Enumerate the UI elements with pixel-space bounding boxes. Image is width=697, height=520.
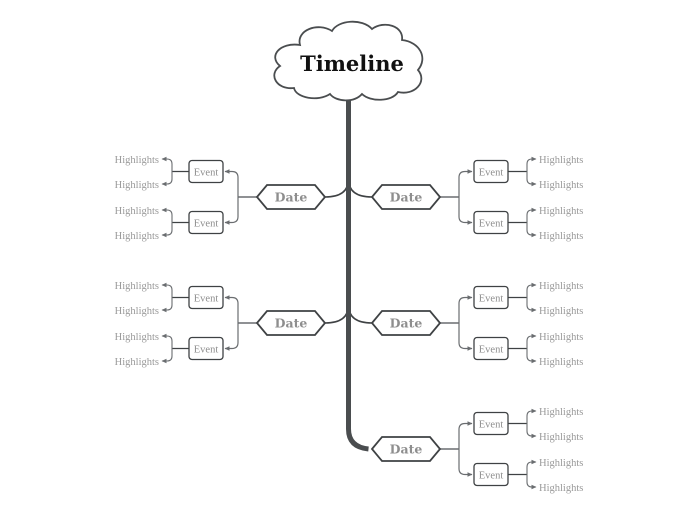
date-to-event-connector <box>458 169 473 197</box>
event-to-highlight-connector <box>161 297 173 313</box>
event-to-highlight-connector <box>161 282 173 298</box>
event-node[interactable]: Event <box>473 210 509 235</box>
highlight-label[interactable]: Highlights <box>539 206 583 217</box>
timeline-diagram: Timeline Date Event Highlights Highlights Ev… <box>115 20 583 494</box>
trunk-to-date-connector <box>324 178 350 198</box>
event-to-highlight-connector <box>526 222 537 238</box>
date-to-event-connector <box>458 295 473 323</box>
highlight-label[interactable]: Highlights <box>115 206 159 217</box>
event-to-highlight-connector <box>526 282 537 298</box>
event-label: Event <box>194 167 219 178</box>
highlight-label[interactable]: Highlights <box>539 458 583 469</box>
event-label: Event <box>194 293 219 304</box>
highlight-label[interactable]: Highlights <box>539 155 583 166</box>
event-to-highlight-connector <box>526 156 537 172</box>
event-node[interactable]: Event <box>188 285 224 310</box>
highlight-label[interactable]: Highlights <box>539 483 583 494</box>
date-to-event-connector <box>224 323 239 351</box>
event-to-highlight-connector <box>526 348 537 364</box>
highlight-label[interactable]: Highlights <box>539 357 583 368</box>
root-node[interactable]: Timeline <box>273 20 424 102</box>
highlight-label[interactable]: Highlights <box>115 155 159 166</box>
date-node[interactable]: Date <box>370 436 442 462</box>
highlight-label[interactable]: Highlights <box>539 332 583 343</box>
highlight-label[interactable]: Highlights <box>115 180 159 191</box>
timeline-trunk <box>346 96 369 452</box>
trunk-to-date-connector <box>324 304 350 324</box>
event-to-highlight-connector <box>161 222 173 238</box>
highlight-label[interactable]: Highlights <box>539 407 583 418</box>
event-to-highlight-connector <box>161 156 173 172</box>
event-node[interactable]: Event <box>188 159 224 184</box>
date-branch: Date Event Highlights Highlights Event Highli… <box>115 155 327 242</box>
date-node[interactable]: Date <box>370 310 442 336</box>
event-node[interactable]: Event <box>473 336 509 361</box>
highlight-label[interactable]: Highlights <box>539 180 583 191</box>
highlight-label[interactable]: Highlights <box>115 306 159 317</box>
date-to-event-connector <box>224 197 239 225</box>
date-to-event-connector <box>458 449 473 477</box>
highlight-label[interactable]: Highlights <box>539 231 583 242</box>
date-node[interactable]: Date <box>370 184 442 210</box>
date-label: Date <box>275 316 308 331</box>
event-to-highlight-connector <box>526 333 537 349</box>
event-node[interactable]: Event <box>473 159 509 184</box>
event-to-highlight-connector <box>161 333 173 349</box>
event-to-highlight-connector <box>161 207 173 223</box>
date-to-event-connector <box>224 169 239 197</box>
event-node[interactable]: Event <box>473 411 509 436</box>
root-label: Timeline <box>300 51 404 76</box>
event-node[interactable]: Event <box>188 336 224 361</box>
highlight-label[interactable]: Highlights <box>115 332 159 343</box>
event-to-highlight-connector <box>526 171 537 187</box>
event-label: Event <box>479 419 504 430</box>
date-to-event-connector <box>458 197 473 225</box>
date-node[interactable]: Date <box>255 184 327 210</box>
highlight-label[interactable]: Highlights <box>539 306 583 317</box>
event-to-highlight-connector <box>526 423 537 439</box>
date-node[interactable]: Date <box>255 310 327 336</box>
highlight-label[interactable]: Highlights <box>539 432 583 443</box>
date-branch: Date Event Highlights Highlights Event Highli… <box>115 281 327 368</box>
event-label: Event <box>479 218 504 229</box>
highlight-label[interactable]: Highlights <box>115 357 159 368</box>
event-to-highlight-connector <box>161 348 173 364</box>
event-label: Event <box>194 218 219 229</box>
date-to-event-connector <box>224 295 239 323</box>
event-label: Event <box>479 167 504 178</box>
event-to-highlight-connector <box>161 171 173 187</box>
date-branch: Date Event Highlights Highlights Event Highli… <box>370 407 583 494</box>
event-label: Event <box>479 344 504 355</box>
event-node[interactable]: Event <box>188 210 224 235</box>
event-label: Event <box>194 344 219 355</box>
highlight-label[interactable]: Highlights <box>115 231 159 242</box>
event-label: Event <box>479 293 504 304</box>
event-to-highlight-connector <box>526 207 537 223</box>
date-branch: Date Event Highlights Highlights Event Highli… <box>370 155 583 242</box>
event-node[interactable]: Event <box>473 462 509 487</box>
event-label: Event <box>479 470 504 481</box>
date-label: Date <box>390 190 423 205</box>
date-label: Date <box>390 442 423 457</box>
highlight-label[interactable]: Highlights <box>115 281 159 292</box>
date-to-event-connector <box>458 421 473 449</box>
date-label: Date <box>275 190 308 205</box>
event-node[interactable]: Event <box>473 285 509 310</box>
date-label: Date <box>390 316 423 331</box>
date-to-event-connector <box>458 323 473 351</box>
date-branch: Date Event Highlights Highlights Event Highli… <box>370 281 583 368</box>
event-to-highlight-connector <box>526 297 537 313</box>
highlight-label[interactable]: Highlights <box>539 281 583 292</box>
trunk-to-date-connector <box>347 304 373 324</box>
event-to-highlight-connector <box>526 459 537 475</box>
event-to-highlight-connector <box>526 474 537 490</box>
trunk-to-date-connector <box>347 178 373 198</box>
event-to-highlight-connector <box>526 408 537 424</box>
